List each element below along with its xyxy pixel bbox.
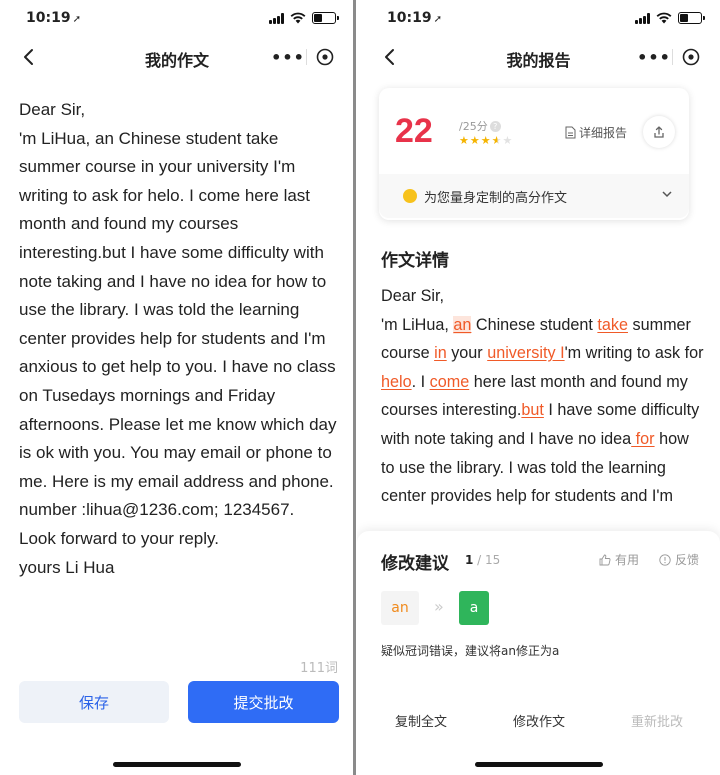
suggestion-title: 修改建议 [381,554,449,574]
useful-button[interactable]: 有用 [599,551,639,568]
report-screen: 10:19 ➚ 我的报告 ••• 22 /25分? ★★★★★ 详细报告 为您量… [357,0,720,775]
edit-essay-button[interactable]: 修改作文 [513,711,565,730]
score-total: /25分? [459,118,501,134]
replacement-word-chip[interactable]: a [459,591,489,625]
help-question-icon[interactable]: ? [489,120,501,132]
double-arrow-icon: » [434,597,444,616]
active-error-mark[interactable]: an [453,315,472,334]
nav-bar: 我的报告 ••• [357,38,720,78]
essay-text-segment: 'm writing to ask for [564,344,704,363]
location-arrow-icon: ➚ [72,14,81,25]
nav-bar: 我的作文 ••• [0,38,354,78]
star-icon: ★ [459,134,470,147]
star-icon: ★ [502,134,514,147]
score-total-label: /25分 [459,120,488,133]
star-icon: ★ [491,134,503,147]
star-rating: ★★★★★ [459,134,513,147]
error-mark[interactable]: for [631,430,655,448]
error-mark[interactable]: take [597,316,628,334]
document-icon [565,126,576,139]
more-options-icon[interactable]: ••• [636,48,672,67]
submit-for-grading-button[interactable]: 提交批改 [188,681,339,723]
error-mark[interactable]: but [521,401,544,419]
status-bar: 10:19 ➚ [357,8,720,30]
suggestion-panel: 修改建议 1 / 15 有用 反馈 an » a 疑似冠词错误，建议将an修正为… [357,531,720,775]
regrade-button[interactable]: 重新批改 [631,711,683,730]
original-word-chip: an [381,591,419,625]
alert-circle-icon [659,553,671,566]
essay-text-segment: 'm LiHua, [381,315,454,334]
essay-details-heading: 作文详情 [381,251,449,271]
feedback-button[interactable]: 反馈 [659,551,699,568]
essay-paragraph: Dear Sir, [19,100,86,119]
essay-editor-screen: 10:19 ➚ 我的作文 ••• Dear Sir, 'm LiHua, an C… [0,0,354,775]
mini-program-capsule: ••• [270,42,342,72]
suggestion-description: 疑似冠词错误，建议将an修正为a [381,644,560,658]
essay-paragraph: yours Li Hua [19,557,115,577]
battery-icon [312,12,339,24]
mini-program-capsule: ••• [636,42,708,72]
error-mark[interactable]: helo [381,373,412,391]
error-mark[interactable]: university I [487,344,564,362]
star-icon: ★ [480,134,492,147]
error-mark[interactable]: come [430,373,470,391]
close-mini-program-button[interactable] [307,48,342,66]
suggestion-total: 15 [485,553,501,567]
medal-icon [403,189,417,203]
score-card: 22 /25分? ★★★★★ 详细报告 为您量身定制的高分作文 [379,88,689,220]
essay-text-area[interactable]: Dear Sir, 'm LiHua, an Chinese student t… [19,96,339,582]
close-circle-icon [316,48,333,66]
essay-text-segment: . I [411,372,430,391]
wifi-icon [290,12,306,24]
home-indicator [475,762,603,767]
useful-label: 有用 [615,553,640,567]
battery-icon [678,12,705,24]
annotated-essay: Dear Sir, 'm LiHua, an Chinese student t… [381,282,706,511]
suggestion-counter: 1 / 15 [465,553,500,567]
essay-body: 'm LiHua, an Chinese student take summer… [381,311,706,511]
close-circle-icon [682,48,699,66]
thumbs-up-icon [599,554,611,565]
custom-essay-row[interactable]: 为您量身定制的高分作文 [379,174,689,218]
action-bar: 复制全文 修改作文 重新批改 [357,711,720,731]
wifi-icon [656,12,672,24]
word-count: 111词 [300,661,338,676]
score-value: 22 [395,112,433,150]
suggestion-separator: / [473,553,486,567]
star-icon: ★ [469,134,481,147]
error-mark[interactable]: in [434,344,447,362]
close-mini-program-button[interactable] [673,48,708,66]
custom-essay-label: 为您量身定制的高分作文 [424,191,568,206]
screen-divider [353,0,356,775]
essay-greeting: Dear Sir, [381,287,444,305]
detailed-report-label: 详细报告 [579,126,628,140]
location-arrow-icon: ➚ [433,14,442,25]
home-indicator [113,762,241,767]
save-button[interactable]: 保存 [19,681,169,723]
essay-text-segment: Chinese student [471,315,598,334]
copy-all-button[interactable]: 复制全文 [395,711,447,730]
status-bar: 10:19 ➚ [0,8,354,30]
feedback-label: 反馈 [675,553,700,567]
essay-paragraph: 'm LiHua, an Chinese student take summer… [19,128,337,520]
cellular-signal-icon [269,12,284,24]
more-options-icon[interactable]: ••• [270,48,306,67]
status-time: 10:19 ➚ [387,10,442,26]
status-time: 10:19 ➚ [26,10,81,26]
chevron-down-icon [662,191,672,198]
share-button[interactable] [643,116,675,148]
essay-text-segment: your [446,344,488,363]
essay-paragraph: Look forward to your reply. [19,528,219,548]
detailed-report-link[interactable]: 详细报告 [565,124,627,141]
share-icon [654,126,664,138]
cellular-signal-icon [635,12,650,24]
